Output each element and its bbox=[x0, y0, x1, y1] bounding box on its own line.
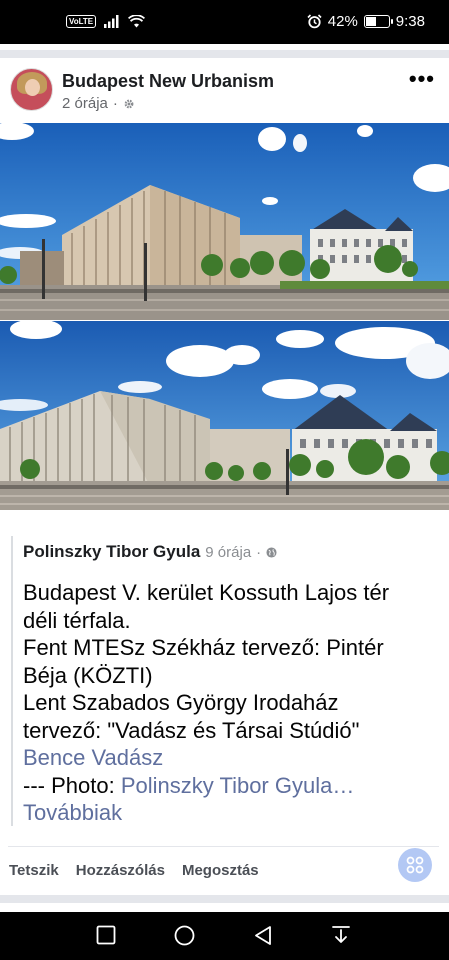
shared-text: Budapest V. kerület Kossuth Lajos tér dé… bbox=[23, 579, 435, 827]
floating-action-button[interactable] bbox=[398, 848, 432, 882]
share-button[interactable]: Megosztás bbox=[182, 862, 259, 879]
photo-credit-link[interactable]: Polinszky Tibor Gyula… bbox=[121, 773, 355, 798]
avatar[interactable] bbox=[10, 68, 53, 111]
status-right: 42% 9:38 bbox=[307, 13, 425, 30]
mention-link[interactable]: Bence Vadász bbox=[23, 744, 435, 772]
battery-percent: 42% bbox=[327, 13, 358, 30]
post-photo-bottom[interactable] bbox=[0, 321, 449, 510]
clock: 9:38 bbox=[395, 13, 425, 30]
grid-icon bbox=[406, 856, 424, 874]
shared-text-line: déli térfala. bbox=[23, 607, 131, 633]
shared-time[interactable]: 9 órája bbox=[205, 544, 251, 561]
photo-top-image bbox=[0, 123, 449, 320]
settings-icon bbox=[124, 99, 134, 108]
comment-button[interactable]: Hozzászólás bbox=[76, 862, 165, 879]
shared-text-line: Béja (KÖZTI) bbox=[23, 662, 153, 688]
battery-icon bbox=[363, 15, 393, 28]
shared-author-row: Polinszky Tibor Gyula 9 órája · bbox=[23, 542, 435, 562]
battery-fill bbox=[365, 17, 376, 26]
meta-dot: · bbox=[112, 95, 118, 112]
shared-text-line: Lent Szabados György Irodaház bbox=[23, 690, 339, 715]
alarm-icon bbox=[307, 14, 322, 29]
status-left: VoLTE bbox=[66, 15, 146, 28]
photo-credit-prefix: --- Photo: bbox=[23, 772, 121, 798]
like-button[interactable]: Tetszik bbox=[9, 862, 59, 879]
more-options-button[interactable]: ••• bbox=[409, 68, 435, 90]
signal-icon bbox=[104, 15, 119, 28]
post-meta: 2 órája · bbox=[62, 95, 135, 112]
post-photo-top[interactable] bbox=[0, 123, 449, 320]
shared-text-line: Budapest V. kerület Kossuth Lajos tér bbox=[23, 580, 390, 605]
navigation-bar bbox=[0, 912, 449, 960]
see-more-link[interactable]: Továbbiak bbox=[23, 799, 435, 827]
shared-meta-dot: · bbox=[256, 544, 262, 561]
post-header: Budapest New Urbanism 2 órája · ••• bbox=[0, 60, 449, 120]
actions-divider bbox=[8, 846, 439, 847]
globe-icon bbox=[266, 546, 277, 558]
shared-text-line: tervező: "Vadász és Társai Stúdió" bbox=[23, 717, 360, 743]
home-icon[interactable] bbox=[174, 925, 195, 946]
shared-text-line: Fent MTESz Székház tervező: Pintér bbox=[23, 635, 384, 660]
post-time[interactable]: 2 órája bbox=[62, 95, 108, 112]
feed-separator bbox=[0, 50, 449, 58]
recent-apps-icon[interactable] bbox=[96, 925, 116, 945]
wifi-icon bbox=[128, 15, 146, 28]
back-icon[interactable] bbox=[253, 925, 273, 946]
volte-icon: VoLTE bbox=[66, 15, 97, 28]
shared-post: Polinszky Tibor Gyula 9 órája · Budapest… bbox=[11, 536, 435, 826]
shared-author[interactable]: Polinszky Tibor Gyula bbox=[23, 542, 200, 562]
post-actions: Tetszik Hozzászólás Megosztás bbox=[9, 862, 259, 879]
page-name[interactable]: Budapest New Urbanism bbox=[62, 71, 274, 92]
photo-bottom-image bbox=[0, 321, 449, 510]
notification-shade-icon[interactable] bbox=[331, 925, 351, 946]
status-bar: VoLTE 42% 9:38 bbox=[0, 0, 449, 44]
photo-credit-line: --- Photo: Polinszky Tibor Gyula… bbox=[23, 772, 435, 800]
feed-separator-bottom bbox=[0, 895, 449, 903]
